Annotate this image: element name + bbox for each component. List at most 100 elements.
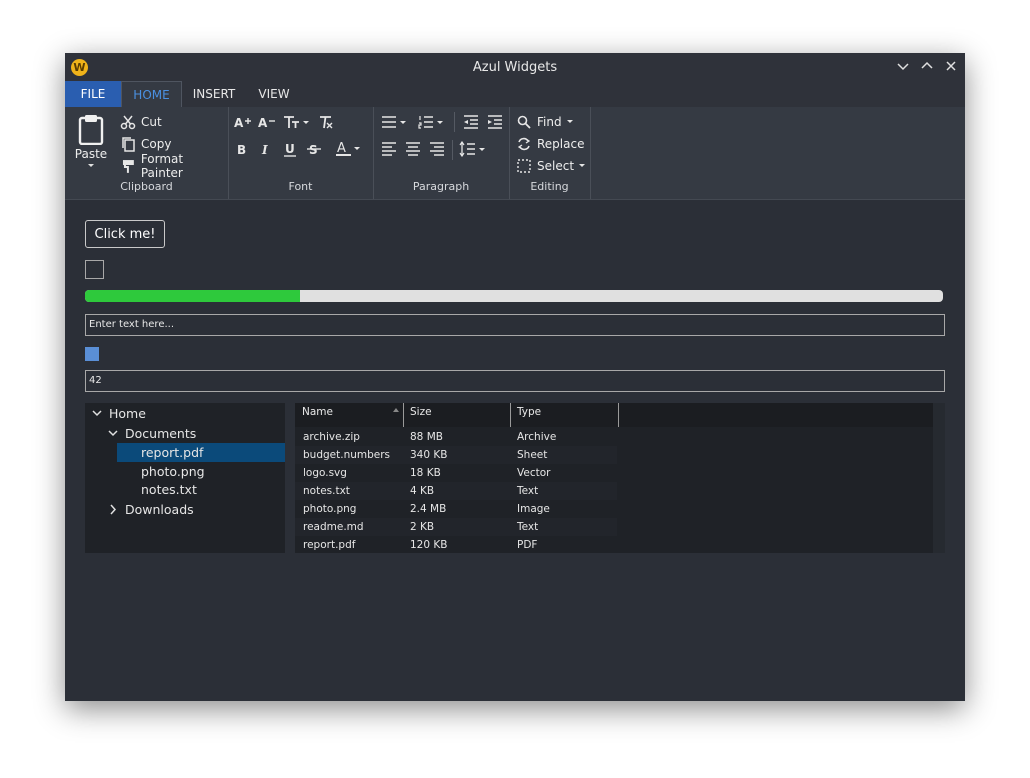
column-header-type[interactable]: Type bbox=[517, 403, 617, 429]
cell-type: Text bbox=[517, 521, 539, 533]
paragraph-group: Paragraph bbox=[373, 107, 510, 199]
close-button[interactable] bbox=[943, 58, 959, 74]
editing-group-label: Editing bbox=[530, 180, 569, 193]
cell-size: 340 KB bbox=[410, 449, 448, 461]
strikethrough-button[interactable]: S bbox=[307, 141, 321, 157]
copy-icon bbox=[122, 137, 135, 152]
line-spacing-button[interactable] bbox=[459, 141, 489, 157]
tree-item-file[interactable]: notes.txt bbox=[141, 480, 197, 499]
cell-type: Image bbox=[517, 503, 550, 515]
grow-font-button[interactable]: A bbox=[234, 114, 252, 130]
window-title: Azul Widgets bbox=[472, 60, 558, 75]
align-right-button[interactable] bbox=[429, 141, 445, 157]
copy-button[interactable]: Copy bbox=[120, 135, 171, 153]
table-row[interactable]: logo.svg 18 KB Vector bbox=[295, 464, 617, 482]
align-left-button[interactable] bbox=[381, 141, 397, 157]
cell-size: 88 MB bbox=[410, 431, 443, 443]
table-row[interactable]: report.pdf 120 KB PDF bbox=[295, 536, 617, 554]
font-color-button[interactable]: A bbox=[336, 140, 362, 158]
clipboard-icon bbox=[78, 115, 104, 145]
bold-button[interactable]: B bbox=[235, 141, 249, 157]
font-color-icon: A bbox=[336, 141, 360, 156]
main-content: Click me! Enter text here... 42 Home Doc… bbox=[65, 200, 965, 701]
strikethrough-icon: S bbox=[307, 143, 321, 157]
minimize-button[interactable] bbox=[895, 58, 911, 74]
tree-item-documents[interactable]: Documents bbox=[107, 424, 196, 443]
clear-formatting-button[interactable] bbox=[318, 114, 334, 130]
chevron-up-icon bbox=[921, 61, 933, 69]
table-row[interactable]: photo.png 2.4 MB Image bbox=[295, 500, 617, 518]
file-table: Name Size Type archive.zip 88 MB Archive… bbox=[295, 403, 945, 553]
tree-item-home[interactable]: Home bbox=[91, 404, 146, 423]
number-input[interactable]: 42 bbox=[85, 370, 945, 392]
find-label: Find bbox=[537, 115, 562, 129]
clear-formatting-icon bbox=[320, 116, 333, 129]
cell-name: readme.md bbox=[303, 521, 364, 533]
tree-item-file[interactable]: photo.png bbox=[141, 462, 205, 481]
table-row[interactable]: budget.numbers 340 KB Sheet bbox=[295, 446, 617, 464]
svg-text:S: S bbox=[309, 143, 318, 157]
column-header-size[interactable]: Size bbox=[410, 403, 510, 429]
chevron-right-icon bbox=[110, 504, 117, 515]
app-window: W Azul Widgets FILE HOME INSERT VIEW Pas… bbox=[65, 53, 965, 701]
cell-size: 120 KB bbox=[410, 539, 448, 551]
text-input[interactable]: Enter text here... bbox=[85, 314, 945, 336]
table-row[interactable]: notes.txt 4 KB Text bbox=[295, 482, 617, 500]
find-button[interactable]: Find bbox=[517, 113, 575, 131]
chevron-down-icon bbox=[108, 430, 118, 437]
column-divider[interactable] bbox=[510, 403, 511, 427]
tab-home[interactable]: HOME bbox=[121, 81, 182, 107]
shrink-font-icon: A bbox=[258, 116, 275, 130]
format-painter-button[interactable]: Format Painter bbox=[120, 152, 228, 180]
bullet-list-icon bbox=[382, 116, 406, 128]
bullet-list-button[interactable] bbox=[381, 114, 409, 130]
ribbon-tabs: FILE HOME INSERT VIEW bbox=[65, 81, 965, 108]
chevron-down-icon bbox=[897, 63, 909, 71]
cell-name: photo.png bbox=[303, 503, 357, 515]
column-divider[interactable] bbox=[403, 403, 404, 427]
tree-item-label: Downloads bbox=[125, 502, 194, 517]
tab-insert[interactable]: INSERT bbox=[186, 81, 242, 107]
maximize-button[interactable] bbox=[919, 58, 935, 74]
change-case-button[interactable] bbox=[283, 114, 311, 130]
tab-file[interactable]: FILE bbox=[65, 81, 121, 107]
decrease-indent-button[interactable] bbox=[463, 114, 479, 130]
cell-name: archive.zip bbox=[303, 431, 360, 443]
checked-checkbox[interactable] bbox=[85, 347, 99, 361]
cell-type: Vector bbox=[517, 467, 551, 479]
cell-name: notes.txt bbox=[303, 485, 350, 497]
cell-type: Text bbox=[517, 485, 539, 497]
svg-text:A: A bbox=[337, 141, 346, 156]
italic-button[interactable]: I bbox=[259, 141, 273, 157]
replace-button[interactable]: Replace bbox=[517, 135, 584, 153]
select-button[interactable]: Select bbox=[517, 157, 587, 175]
align-right-icon bbox=[430, 142, 444, 156]
shrink-font-button[interactable]: A bbox=[258, 114, 276, 130]
sort-ascending-icon bbox=[393, 408, 399, 412]
decrease-indent-icon bbox=[464, 115, 478, 129]
tab-view[interactable]: VIEW bbox=[247, 81, 301, 107]
underline-button[interactable]: U bbox=[283, 141, 297, 157]
cell-name: logo.svg bbox=[303, 467, 347, 479]
cell-type: Archive bbox=[517, 431, 557, 443]
align-center-button[interactable] bbox=[405, 141, 421, 157]
table-scrollbar[interactable] bbox=[933, 403, 945, 553]
chevron-down-icon bbox=[92, 410, 102, 417]
cell-size: 18 KB bbox=[410, 467, 441, 479]
paste-button[interactable]: Paste bbox=[73, 113, 109, 177]
caret-down-icon bbox=[88, 164, 94, 167]
column-divider[interactable] bbox=[618, 403, 619, 427]
cut-button[interactable]: Cut bbox=[120, 113, 162, 131]
checkbox[interactable] bbox=[85, 260, 104, 279]
table-row[interactable]: archive.zip 88 MB Archive bbox=[295, 428, 617, 446]
editing-group: Find Replace Select Editing bbox=[509, 107, 591, 199]
increase-indent-button[interactable] bbox=[487, 114, 503, 130]
tree-item-downloads[interactable]: Downloads bbox=[107, 500, 194, 519]
tree-item-file[interactable]: report.pdf bbox=[141, 443, 203, 462]
numbered-list-button[interactable] bbox=[418, 114, 446, 130]
underline-icon: U bbox=[284, 142, 296, 157]
table-row[interactable]: readme.md 2 KB Text bbox=[295, 518, 617, 536]
click-me-button[interactable]: Click me! bbox=[85, 220, 165, 248]
column-header-name[interactable]: Name bbox=[302, 403, 399, 429]
file-tree: Home Documents report.pdf photo.png note… bbox=[85, 403, 285, 553]
